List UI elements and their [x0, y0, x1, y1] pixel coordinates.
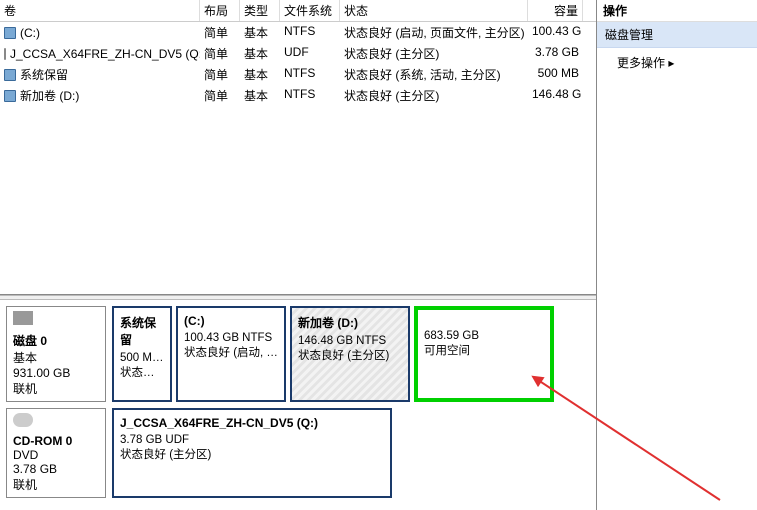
cell-status: 状态良好 (启动, 页面文件, 主分区)	[340, 23, 528, 42]
cell-status: 状态良好 (系统, 活动, 主分区)	[340, 65, 528, 84]
cell-status: 状态良好 (主分区)	[340, 44, 528, 63]
column-header[interactable]: 布局	[200, 0, 240, 21]
cell-type: 基本	[240, 86, 280, 105]
volume-icon	[4, 90, 16, 102]
disk-size: 3.78 GB	[13, 462, 99, 476]
cell-type: 基本	[240, 23, 280, 42]
partition-size: 683.59 GB	[424, 330, 544, 342]
disk-label-box[interactable]: CD-ROM 0DVD3.78 GB联机	[6, 408, 106, 498]
cell-status: 状态良好 (主分区)	[340, 86, 528, 105]
partition-box[interactable]: 系统保留 500 MB I状态良好	[112, 306, 172, 402]
partition-box[interactable]: J_CCSA_X64FRE_ZH-CN_DV5 (Q:) 3.78 GB UDF状…	[112, 408, 392, 498]
partition-box[interactable]: 新加卷 (D:) 146.48 GB NTFS状态良好 (主分区)	[290, 306, 410, 402]
disk-label-box[interactable]: 磁盘 0基本931.00 GB联机	[6, 306, 106, 402]
volume-row[interactable]: (C:) 简单基本NTFS状态良好 (启动, 页面文件, 主分区)100.43 G	[0, 22, 596, 43]
cell-layout: 简单	[200, 44, 240, 63]
disk-row: 磁盘 0基本931.00 GB联机系统保留500 MB I状态良好(C:)100…	[6, 306, 590, 402]
cd-drive-icon	[13, 413, 33, 427]
cell-fs: UDF	[280, 44, 340, 63]
cell-fs: NTFS	[280, 23, 340, 42]
disk-name: 磁盘 0	[13, 332, 99, 349]
column-header[interactable]: 文件系统	[280, 0, 340, 21]
volume-name: J_CCSA_X64FRE_ZH-CN_DV5 (Q:)	[10, 47, 200, 61]
disk-row: CD-ROM 0DVD3.78 GB联机J_CCSA_X64FRE_ZH-CN_…	[6, 408, 590, 498]
partition-status: 状态良好 (主分区)	[298, 347, 402, 363]
volume-row[interactable]: 系统保留 简单基本NTFS状态良好 (系统, 活动, 主分区)500 MB	[0, 64, 596, 85]
partition-box[interactable]: (C:) 100.43 GB NTFS状态良好 (启动, 页面	[176, 306, 286, 402]
partition-size: 3.78 GB UDF	[120, 434, 384, 446]
partition-size: 500 MB I	[120, 352, 164, 364]
partition-title: 系统保留	[120, 314, 164, 348]
partition-status: 状态良好 (启动, 页面	[184, 344, 278, 360]
chevron-right-icon: ▸	[668, 56, 674, 70]
cell-layout: 简单	[200, 86, 240, 105]
hard-disk-icon	[13, 311, 33, 325]
disk-state: 联机	[13, 476, 99, 493]
column-header[interactable]: 卷	[0, 0, 200, 21]
column-header[interactable]: 容量	[528, 0, 583, 21]
actions-section-disk-management[interactable]: 磁盘管理	[597, 22, 757, 48]
partition-title: J_CCSA_X64FRE_ZH-CN_DV5 (Q:)	[120, 416, 384, 430]
partition-size: 146.48 GB NTFS	[298, 335, 402, 347]
volume-row[interactable]: J_CCSA_X64FRE_ZH-CN_DV5 (Q:)简单基本UDF状态良好 …	[0, 43, 596, 64]
partition-size: 100.43 GB NTFS	[184, 332, 278, 344]
disk-type: DVD	[13, 448, 99, 462]
partition-status: 状态良好	[120, 364, 164, 380]
disk-graphical-view[interactable]: 磁盘 0基本931.00 GB联机系统保留500 MB I状态良好(C:)100…	[0, 300, 596, 510]
column-header[interactable]: 状态	[340, 0, 528, 21]
volume-icon	[4, 27, 16, 39]
volume-icon	[4, 69, 16, 81]
actions-more-actions[interactable]: 更多操作 ▸	[597, 48, 757, 77]
cell-cap: 146.48 G	[528, 86, 583, 105]
volume-list[interactable]: 卷布局类型文件系统状态容量 (C:)简单基本NTFS状态良好 (启动, 页面文件…	[0, 0, 596, 295]
disk-size: 931.00 GB	[13, 366, 99, 380]
volume-name: 新加卷 (D:)	[20, 87, 79, 104]
unallocated-space[interactable]: 683.59 GB可用空间	[414, 306, 554, 402]
disk-name: CD-ROM 0	[13, 434, 99, 448]
cd-icon	[4, 48, 6, 60]
volume-name: (C:)	[20, 26, 40, 40]
disk-type: 基本	[13, 349, 99, 366]
cell-type: 基本	[240, 44, 280, 63]
cell-fs: NTFS	[280, 86, 340, 105]
disk-state: 联机	[13, 380, 99, 397]
partition-title: (C:)	[184, 314, 278, 328]
volume-name: 系统保留	[20, 66, 68, 83]
cell-cap: 100.43 G	[528, 23, 583, 42]
partition-status: 可用空间	[424, 342, 544, 358]
cell-type: 基本	[240, 65, 280, 84]
volume-row[interactable]: 新加卷 (D:) 简单基本NTFS状态良好 (主分区)146.48 G	[0, 85, 596, 106]
partition-status: 状态良好 (主分区)	[120, 446, 384, 462]
cell-fs: NTFS	[280, 65, 340, 84]
actions-pane: 操作 磁盘管理 更多操作 ▸	[597, 0, 757, 510]
cell-cap: 500 MB	[528, 65, 583, 84]
actions-header: 操作	[597, 0, 757, 22]
cell-cap: 3.78 GB	[528, 44, 583, 63]
cell-layout: 简单	[200, 65, 240, 84]
partition-title: 新加卷 (D:)	[298, 314, 402, 331]
cell-layout: 简单	[200, 23, 240, 42]
column-header[interactable]: 类型	[240, 0, 280, 21]
